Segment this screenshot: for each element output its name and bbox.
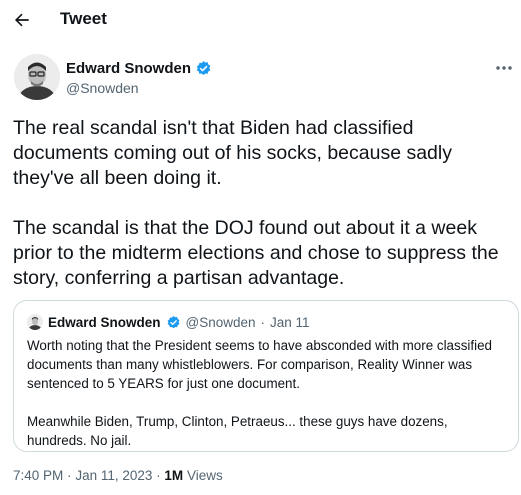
quoted-avatar-image bbox=[27, 314, 43, 330]
tweet-paragraph: The real scandal isn't that Biden had cl… bbox=[13, 117, 452, 189]
views-count: 1M bbox=[164, 468, 184, 483]
quoted-tweet-text: Worth noting that the President seems to… bbox=[27, 336, 507, 450]
author-name-row: Edward Snowden bbox=[66, 60, 212, 77]
separator-dot: · bbox=[67, 468, 72, 483]
more-button[interactable] bbox=[494, 58, 514, 78]
page-title: Tweet bbox=[60, 9, 107, 28]
verified-badge-icon bbox=[196, 61, 211, 75]
arrow-left-icon bbox=[15, 13, 29, 27]
tweet-author: Edward Snowden @Snowden bbox=[14, 54, 514, 104]
quoted-avatar bbox=[27, 314, 43, 330]
tweet-date[interactable]: Jan 11, 2023 bbox=[75, 468, 152, 483]
tweet-header: Tweet bbox=[0, 0, 521, 42]
avatar-image bbox=[14, 54, 60, 100]
more-icon bbox=[496, 66, 512, 70]
back-button[interactable] bbox=[8, 6, 36, 34]
quoted-author-handle: @Snowden bbox=[185, 314, 256, 330]
verified-badge-icon bbox=[167, 315, 180, 328]
tweet-text: The real scandal isn't that Biden had cl… bbox=[13, 116, 513, 291]
views-label: Views bbox=[186, 468, 223, 483]
author-name[interactable]: Edward Snowden bbox=[66, 60, 191, 77]
tweet-time[interactable]: 7:40 PM bbox=[13, 468, 63, 483]
quoted-tweet[interactable]: Edward Snowden @Snowden · Jan 11 Worth n… bbox=[13, 300, 519, 452]
quoted-date[interactable]: Jan 11 bbox=[270, 315, 310, 330]
quoted-author-name: Edward Snowden bbox=[48, 314, 161, 330]
tweet-meta: 7:40 PM · Jan 11, 2023 · 1M Views bbox=[13, 468, 223, 483]
separator-dot: · bbox=[156, 468, 161, 483]
author-handle[interactable]: @Snowden bbox=[66, 80, 139, 96]
separator-dot: · bbox=[260, 314, 266, 330]
quoted-paragraph: Worth noting that the President seems to… bbox=[27, 338, 492, 391]
quoted-paragraph: Meanwhile Biden, Trump, Clinton, Petraeu… bbox=[27, 414, 448, 448]
tweet-paragraph: The scandal is that the DOJ found out ab… bbox=[13, 217, 499, 289]
quoted-tweet-header: Edward Snowden @Snowden · Jan 11 bbox=[27, 314, 310, 330]
avatar[interactable] bbox=[14, 54, 60, 100]
